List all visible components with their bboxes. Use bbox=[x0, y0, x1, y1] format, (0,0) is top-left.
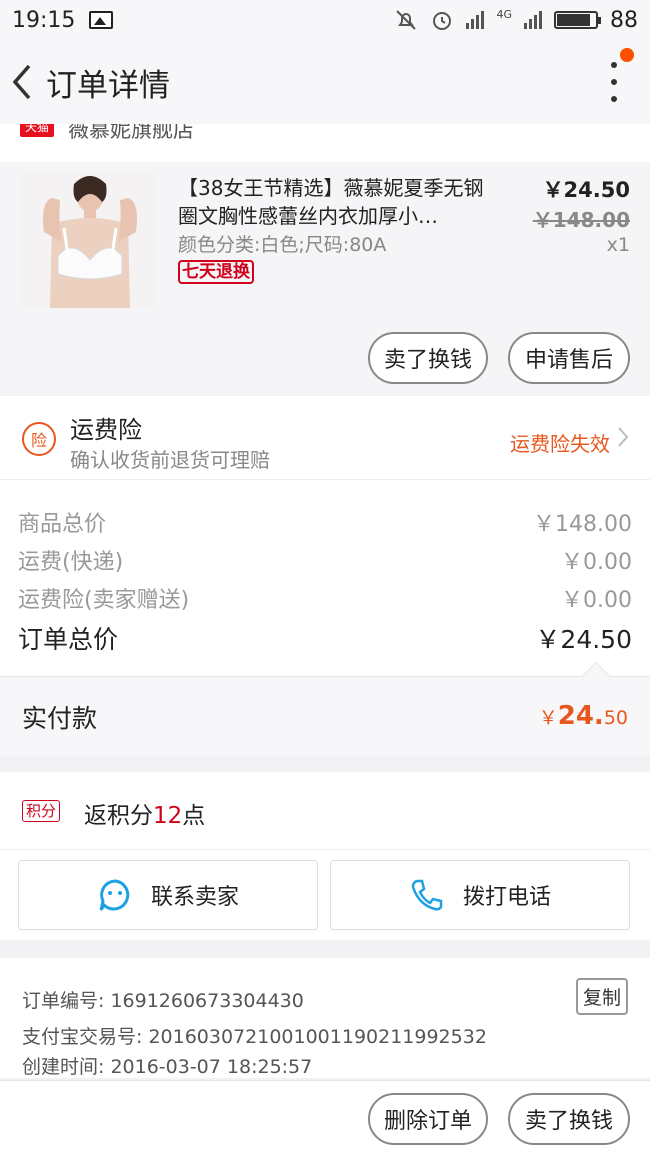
cost-value: ￥148.00 bbox=[533, 512, 632, 537]
battery-level: 88 bbox=[610, 7, 638, 33]
return-policy-badge: 七天退换 bbox=[178, 260, 254, 284]
signal-4g-icon bbox=[524, 11, 542, 29]
paid-amount: ￥24.50 bbox=[539, 701, 628, 731]
notification-dot bbox=[620, 48, 634, 62]
cost-row: 商品总价 ￥148.00 bbox=[18, 506, 632, 538]
product-card[interactable]: 【38女王节精选】薇慕妮夏季无钢圈文胸性感蕾丝内衣加厚小… 颜色分类:白色;尺码… bbox=[0, 162, 650, 394]
more-menu-button[interactable] bbox=[604, 62, 624, 102]
product-original-price: ￥148.00 bbox=[532, 208, 630, 232]
copy-button[interactable]: 复制 bbox=[575, 978, 628, 1015]
sell-button[interactable]: 卖了换钱 bbox=[368, 332, 488, 384]
order-info: 订单编号: 1691260673304430 支付宝交易号: 201603072… bbox=[0, 958, 650, 1078]
points-prefix: 返积分 bbox=[84, 803, 153, 829]
shop-header[interactable]: 天猫 薇慕妮旗舰店 bbox=[0, 124, 650, 162]
points-badge: 积分 bbox=[22, 800, 61, 822]
insurance-subtitle: 确认收货前退货可理赔 bbox=[70, 448, 270, 472]
created-time: 创建时间: 2016-03-07 18:25:57 bbox=[22, 1056, 313, 1078]
bottom-sell-button[interactable]: 卖了换钱 bbox=[508, 1093, 630, 1145]
order-number: 订单编号: 1691260673304430 bbox=[22, 990, 304, 1012]
alarm-icon bbox=[433, 12, 452, 30]
page-title: 订单详情 bbox=[46, 67, 170, 104]
paid-label: 实付款 bbox=[22, 704, 98, 733]
order-total-row: 订单总价 ￥24.50 bbox=[18, 620, 632, 656]
call-phone-label: 拨打电话 bbox=[462, 885, 551, 910]
call-phone-button[interactable]: 拨打电话 bbox=[330, 860, 630, 930]
contact-seller-label: 联系卖家 bbox=[150, 885, 239, 910]
product-quantity: x1 bbox=[606, 234, 630, 256]
cost-label: 商品总价 bbox=[18, 512, 107, 537]
back-button[interactable] bbox=[0, 40, 44, 124]
points-number: 12 bbox=[153, 803, 183, 829]
paid-decimal: 50 bbox=[603, 707, 628, 729]
insurance-status: 运费险失效 bbox=[510, 432, 610, 456]
network-type: 4G bbox=[496, 7, 512, 21]
mute-icon bbox=[396, 10, 417, 30]
status-bar: 19:15 4G 88 bbox=[0, 0, 650, 40]
phone-icon bbox=[411, 879, 443, 911]
shop-name: 薇慕妮旗舰店 bbox=[68, 124, 194, 142]
gallery-notification-icon bbox=[89, 11, 114, 29]
cost-value: ￥0.00 bbox=[561, 588, 632, 613]
battery-icon bbox=[554, 11, 601, 29]
paid-amount-row: 实付款 ￥24.50 bbox=[0, 676, 650, 756]
contact-seller-button[interactable]: 联系卖家 bbox=[18, 860, 318, 930]
product-title: 【38女王节精选】薇慕妮夏季无钢圈文胸性感蕾丝内衣加厚小… bbox=[178, 176, 484, 228]
contact-bar: 联系卖家 拨打电话 bbox=[0, 850, 650, 940]
cost-value: ￥24.50 bbox=[535, 625, 632, 654]
signal-icon bbox=[466, 11, 485, 29]
alipay-trade-number: 支付宝交易号: 2016030721001001190211992532 bbox=[22, 1026, 487, 1048]
product-price: ￥24.50 bbox=[542, 178, 630, 202]
paid-currency: ￥ bbox=[538, 707, 558, 729]
bottom-action-bar: 删除订单 卖了换钱 bbox=[0, 1080, 650, 1155]
points-row: 积分 返积分12点 bbox=[0, 772, 650, 850]
points-text: 返积分12点 bbox=[84, 796, 205, 830]
points-suffix: 点 bbox=[182, 803, 206, 829]
delete-order-button[interactable]: 删除订单 bbox=[368, 1093, 488, 1145]
tmall-badge: 天猫 bbox=[20, 124, 55, 137]
cost-label: 订单总价 bbox=[18, 625, 119, 654]
cost-row: 运费(快递) ￥0.00 bbox=[18, 544, 632, 576]
paid-integer: 24. bbox=[557, 701, 604, 731]
status-time: 19:15 bbox=[12, 7, 76, 33]
chevron-left-icon bbox=[12, 64, 31, 100]
product-spec: 颜色分类:白色;尺码:80A bbox=[178, 234, 387, 256]
cost-label: 运费(快递) bbox=[18, 550, 124, 575]
cost-breakdown: 商品总价 ￥148.00 运费(快递) ￥0.00 运费险(卖家赠送) ￥0.0… bbox=[0, 480, 650, 676]
chat-icon bbox=[99, 879, 130, 911]
cost-label: 运费险(卖家赠送) bbox=[18, 588, 190, 613]
cost-row: 运费险(卖家赠送) ￥0.00 bbox=[18, 582, 632, 614]
nav-bar: 订单详情 bbox=[0, 40, 650, 124]
insurance-icon: 险 bbox=[22, 422, 56, 456]
insurance-title: 运费险 bbox=[70, 416, 142, 444]
after-sale-button[interactable]: 申请售后 bbox=[508, 332, 630, 384]
shipping-insurance-row[interactable]: 险 运费险 确认收货前退货可理赔 运费险失效 bbox=[0, 396, 650, 480]
cost-value: ￥0.00 bbox=[561, 550, 632, 575]
product-image[interactable] bbox=[22, 172, 158, 308]
chevron-right-icon bbox=[618, 427, 629, 447]
